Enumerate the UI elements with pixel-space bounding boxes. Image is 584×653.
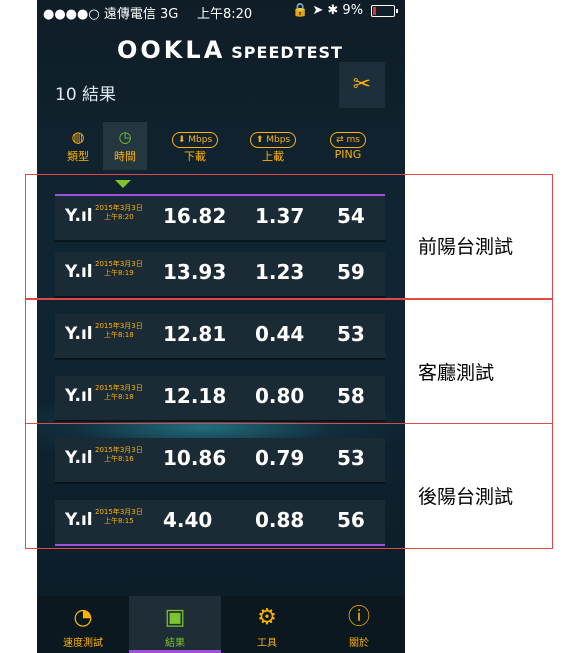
clock-icon: ◷ <box>118 128 132 146</box>
bottom-nav: ◔ 速度測試 ▣ 結果 ⚙ 工具 ⓘ 關於 <box>37 596 405 653</box>
results-folder-icon: ▣ <box>164 605 186 630</box>
sort-tabs: ◍ 類型 ◷ 時間 ⬇ Mbps 下載 ⬆ Mbps 上載 ⇄ ms PING <box>55 122 389 170</box>
tab-ping[interactable]: ⇄ ms PING <box>317 122 379 170</box>
status-bar: ●●●●○ 遠傳電信 3G 上午8:20 🔒 ➤ ✱ 9% <box>37 0 405 22</box>
annotation-label-back-balcony: 後陽台測試 <box>418 486 514 508</box>
tab-upload[interactable]: ⬆ Mbps 上載 <box>241 122 305 170</box>
battery-percent: 9% <box>342 3 364 18</box>
nav-results[interactable]: ▣ 結果 <box>129 596 221 653</box>
ping-icon: ⇄ ms <box>330 132 366 148</box>
annotation-label-front-balcony: 前陽台測試 <box>418 236 514 258</box>
wrench-screwdriver-icon: ✂ <box>352 72 372 97</box>
bluetooth-icon: ✱ <box>327 3 339 18</box>
tab-download[interactable]: ⬇ Mbps 下載 <box>163 122 227 170</box>
lock-icon: 🔒 <box>292 3 309 18</box>
tab-type[interactable]: ◍ 類型 <box>55 122 101 170</box>
carrier-label: ●●●●○ 遠傳電信 3G <box>43 7 179 22</box>
app-logo: OOKLA SPEEDTEST <box>117 36 343 64</box>
status-time: 上午8:20 <box>197 7 253 22</box>
settings-tools-button[interactable]: ✂ <box>339 62 385 108</box>
status-icons: 🔒 ➤ ✱ 9% <box>292 3 363 18</box>
gear-icon: ⚙ <box>257 605 277 630</box>
nav-speedtest[interactable]: ◔ 速度測試 <box>37 596 129 653</box>
globe-icon: ◍ <box>71 128 85 146</box>
nav-about[interactable]: ⓘ 關於 <box>313 596 405 653</box>
battery-icon <box>371 5 398 17</box>
nav-tools[interactable]: ⚙ 工具 <box>221 596 313 653</box>
download-icon: ⬇ Mbps <box>171 132 219 148</box>
upload-icon: ⬆ Mbps <box>249 132 297 148</box>
result-count: 10 結果 <box>55 85 117 105</box>
location-icon: ➤ <box>312 3 324 18</box>
speedometer-icon: ◔ <box>73 605 93 630</box>
annotation-label-living-room: 客廳測試 <box>418 362 495 384</box>
tab-time[interactable]: ◷ 時間 <box>103 122 147 170</box>
info-icon: ⓘ <box>347 605 370 630</box>
